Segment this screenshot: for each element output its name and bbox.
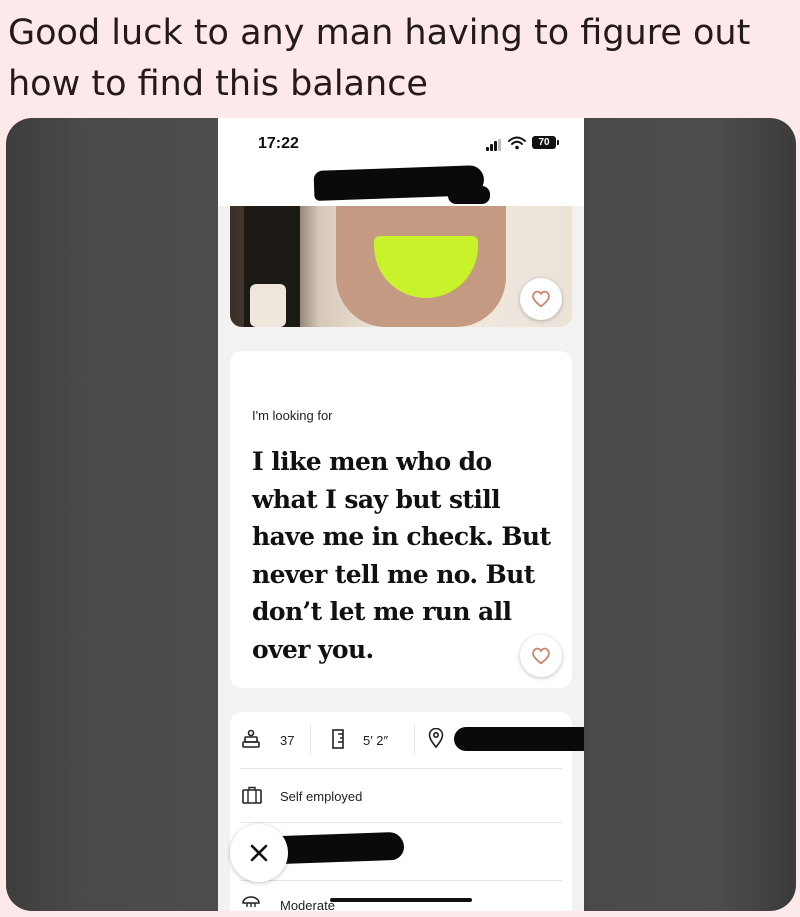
- vitals-separator: [240, 768, 562, 769]
- vitals-separator: [240, 880, 562, 881]
- vitals-separator: [240, 822, 562, 823]
- redacted-detail: [271, 831, 405, 865]
- redacted-location: [454, 727, 584, 751]
- post-caption: Good luck to any man having to figure ou…: [8, 13, 751, 104]
- screenshot-frame: 17:22 70 ••• I'm loo: [6, 118, 796, 911]
- home-indicator[interactable]: [330, 898, 472, 902]
- age-icon: [242, 729, 260, 748]
- age-value: 37: [280, 733, 295, 748]
- like-prompt-button[interactable]: [520, 635, 562, 677]
- height-value: 5′ 2″: [363, 733, 389, 748]
- heart-icon: [532, 290, 550, 308]
- location-pin-icon: [428, 728, 444, 748]
- battery-icon: 70: [532, 136, 559, 149]
- drinking-value: Moderate: [280, 898, 335, 911]
- close-icon: [250, 844, 268, 862]
- redacted-name-mark: [448, 186, 490, 204]
- work-value: Self employed: [280, 789, 363, 804]
- prompt-card: I'm looking for I like men who do what I…: [230, 351, 572, 688]
- prompt-answer: I like men who do what I say but still h…: [252, 447, 551, 664]
- photo-object: [250, 284, 286, 327]
- ruler-icon: [332, 729, 344, 749]
- signal-icon: [486, 139, 502, 151]
- vitals-card: 37 5′ 2″ Self employed Moderate: [230, 712, 584, 911]
- vitals-divider: [414, 724, 415, 754]
- phone-screen: 17:22 70 ••• I'm loo: [218, 118, 584, 911]
- skip-button[interactable]: [230, 824, 288, 882]
- drink-icon: [242, 896, 260, 907]
- prompt-label: I'm looking for: [252, 408, 333, 423]
- profile-photo: [230, 206, 572, 327]
- briefcase-icon: [242, 786, 262, 804]
- status-time: 17:22: [258, 135, 299, 152]
- wifi-icon: [508, 136, 526, 150]
- heart-icon: [532, 647, 550, 665]
- like-photo-button[interactable]: [520, 278, 562, 320]
- status-bar: 17:22 70: [218, 118, 584, 168]
- vitals-divider: [310, 724, 311, 754]
- profile-header: •••: [218, 165, 584, 243]
